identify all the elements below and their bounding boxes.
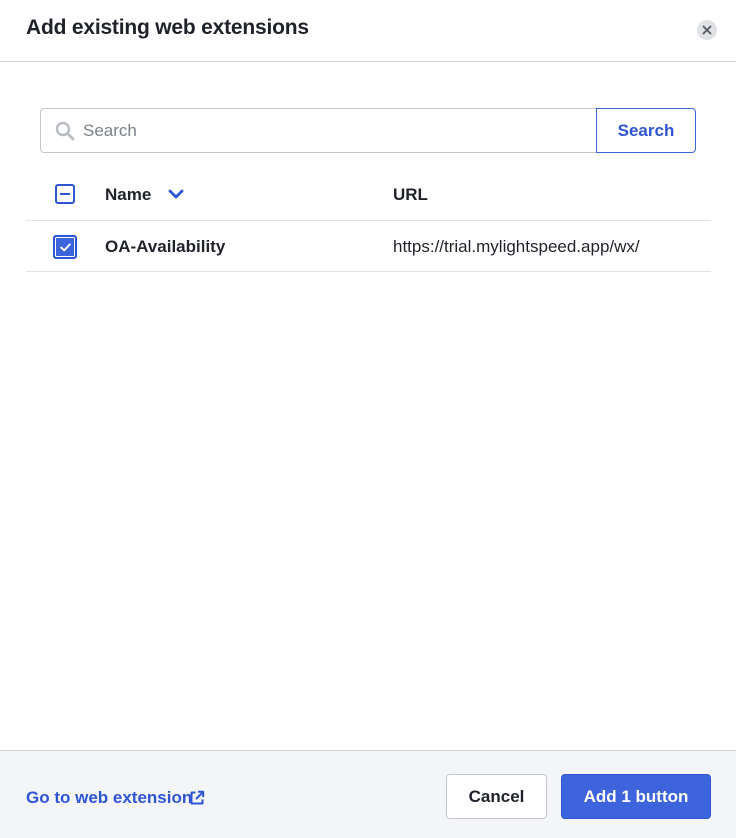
- row-url: https://trial.mylightspeed.app/wx/: [393, 237, 640, 256]
- dialog-header: Add existing web extensions: [0, 0, 736, 62]
- column-header-url: URL: [393, 185, 428, 204]
- search-input[interactable]: [83, 109, 588, 152]
- table-row[interactable]: OA-Availability https://trial.mylightspe…: [26, 221, 711, 272]
- close-button[interactable]: [697, 20, 717, 40]
- row-checkbox[interactable]: [53, 235, 77, 259]
- add-web-extensions-dialog: Add existing web extensions Search Name …: [0, 0, 736, 838]
- external-link-icon[interactable]: [189, 790, 205, 806]
- search-box: [40, 108, 597, 153]
- checkmark-icon: [60, 243, 71, 252]
- search-icon: [55, 121, 75, 141]
- go-to-web-extension-link[interactable]: Go to web extension: [26, 788, 192, 808]
- row-name: OA-Availability: [105, 237, 226, 256]
- chevron-down-icon[interactable]: [168, 188, 184, 200]
- dialog-title: Add existing web extensions: [26, 16, 309, 39]
- add-button[interactable]: Add 1 button: [561, 774, 711, 819]
- close-icon: [702, 25, 712, 35]
- column-header-name[interactable]: Name: [105, 185, 151, 205]
- select-all-checkbox[interactable]: [55, 184, 75, 204]
- cancel-button[interactable]: Cancel: [446, 774, 547, 819]
- table-header: Name URL: [26, 168, 711, 221]
- search-button[interactable]: Search: [596, 108, 696, 153]
- dialog-footer: Go to web extension Cancel Add 1 button: [0, 750, 736, 838]
